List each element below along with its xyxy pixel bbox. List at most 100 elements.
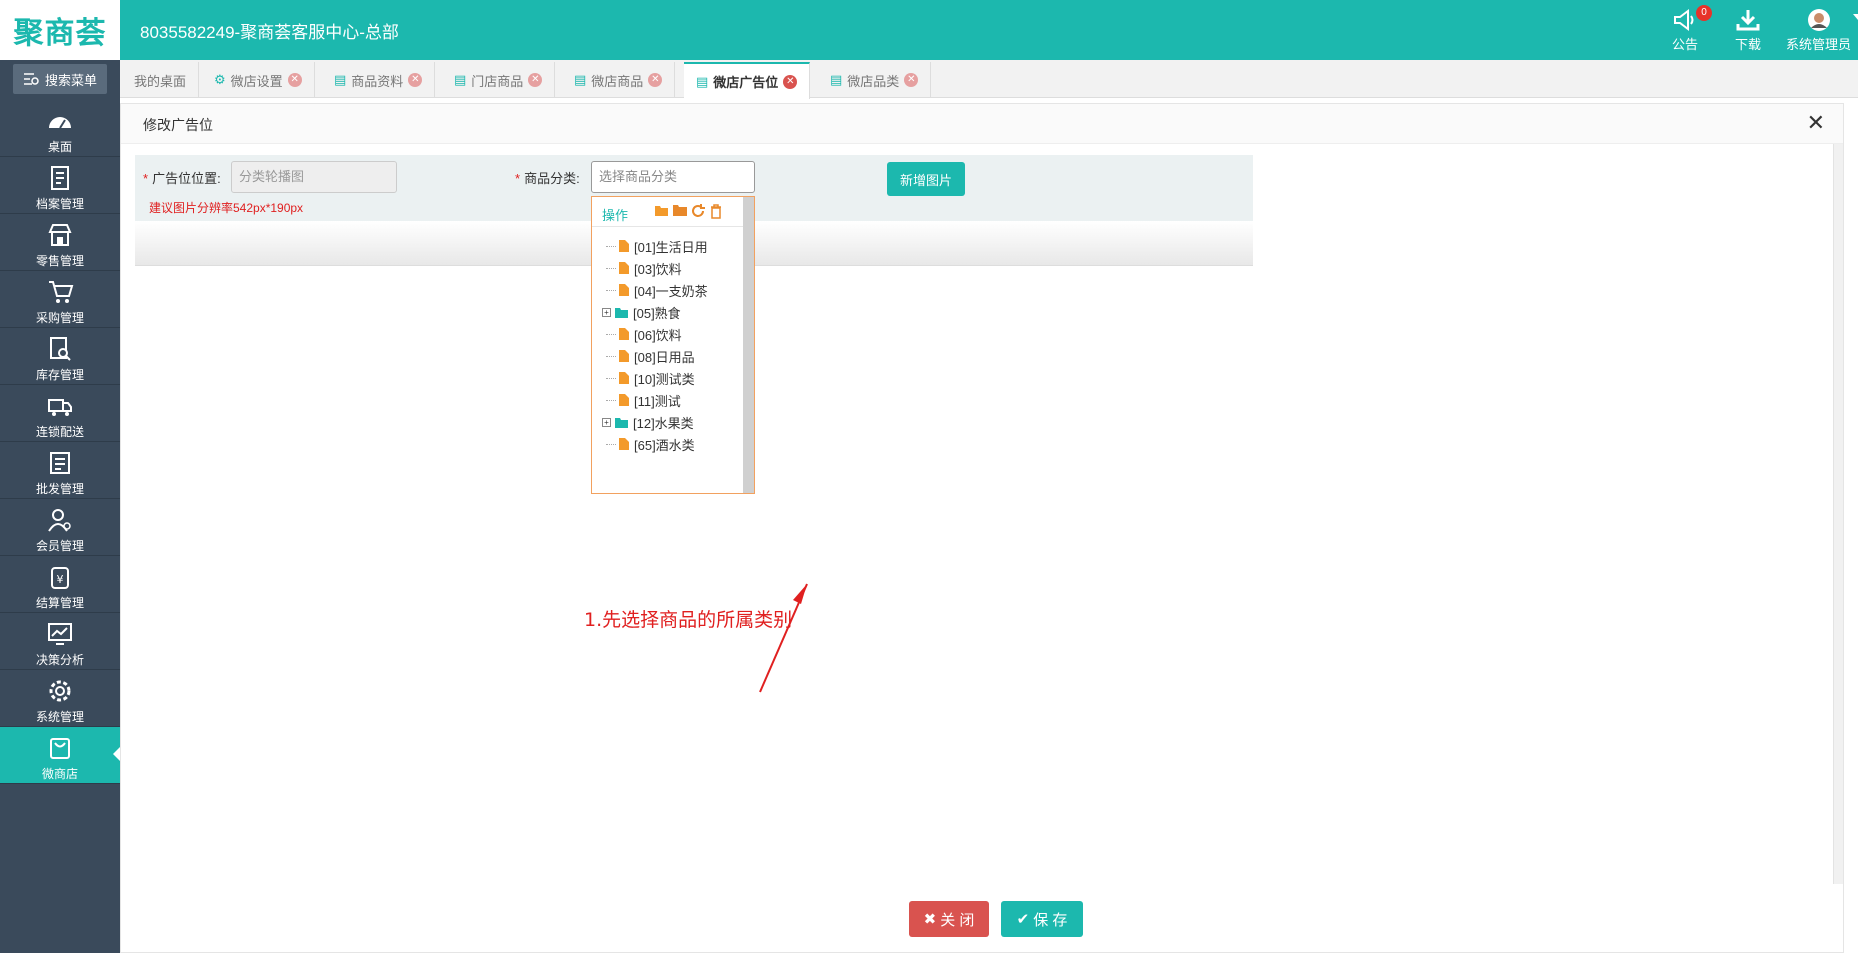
close-icon[interactable]: ✕ — [528, 73, 543, 87]
file-icon — [619, 240, 629, 252]
close-icon[interactable]: ✕ — [904, 73, 919, 87]
sidebar-item-settlement[interactable]: ¥ 结算管理 — [0, 556, 120, 613]
close-icon[interactable]: ✕ — [648, 73, 663, 87]
operations-label: 操作 — [602, 208, 629, 223]
category-select[interactable]: 选择商品分类 — [591, 161, 755, 193]
truck-icon — [48, 399, 72, 416]
tab-shop-ad-slot[interactable]: ▤ 微店广告位 ✕ — [684, 62, 811, 99]
tab-product-info[interactable]: ▤ 商品资料 ✕ — [322, 62, 436, 98]
sidebar-item-label: 采购管理 — [35, 311, 84, 325]
tab-my-desktop[interactable]: 我的桌面 — [122, 62, 200, 98]
user-menu[interactable]: 系统管理员 — [1786, 8, 1858, 53]
dialog-header: 修改广告位 ✕ — [121, 104, 1843, 144]
avatar — [1807, 9, 1830, 31]
tab-bar: 我的桌面 ⚙ 微店设置 ✕ ▤ 商品资料 ✕ ▤ 门店商品 ✕ ▤ 微店商品 ✕… — [120, 60, 1858, 99]
sidebar-item-desktop[interactable]: 桌面 — [0, 100, 120, 157]
gear-icon — [49, 680, 71, 702]
svg-text:¥: ¥ — [57, 573, 64, 586]
tree-node-label: [03]饮料 — [634, 261, 682, 277]
tree-line — [606, 399, 616, 401]
tree-node[interactable]: [03]饮料 — [606, 257, 682, 279]
tree-node-label: [06]饮料 — [634, 327, 682, 343]
tree-operations: 操作 — [592, 197, 744, 227]
notice-button[interactable]: 0 公告 — [1672, 5, 1713, 53]
sidebar-item-microshop[interactable]: 微商店 — [0, 727, 120, 784]
file-icon — [619, 284, 629, 296]
sidebar-item-member[interactable]: 会员管理 — [0, 499, 120, 556]
save-button[interactable]: ✔ 保 存 — [1001, 901, 1083, 937]
tab-store-products[interactable]: ▤ 门店商品 ✕ — [442, 62, 556, 98]
tree-node-label: [01]生活日用 — [634, 239, 708, 255]
tab-shop-settings[interactable]: ⚙ 微店设置 ✕ — [202, 62, 315, 98]
tree-node[interactable]: [10]测试类 — [606, 367, 695, 389]
dashboard-icon — [49, 117, 71, 129]
file-icon — [619, 262, 629, 274]
annotation-text: 1.先选择商品的所属类别 — [584, 609, 793, 631]
tree-node[interactable]: [11]测试 — [606, 389, 681, 411]
sidebar-item-label: 库存管理 — [35, 368, 84, 382]
inventory-search-icon — [50, 337, 71, 361]
top-bar: 聚商荟 8035582249-聚商荟客服中心-总部 0 公告 下载 系统管理员 — [0, 0, 1858, 60]
close-button-label: 关 闭 — [940, 911, 975, 929]
download-icon — [1736, 10, 1760, 31]
close-icon[interactable]: ✕ — [287, 73, 302, 87]
download-label: 下载 — [1735, 37, 1762, 52]
sidebar-item-label: 会员管理 — [35, 539, 84, 553]
sidebar-item-retail[interactable]: 零售管理 — [0, 214, 120, 271]
file-icon — [619, 350, 629, 362]
sidebar-item-purchase[interactable]: 采购管理 — [0, 271, 120, 328]
position-field: 分类轮播图 — [231, 161, 397, 193]
tab-shop-categories[interactable]: ▤ 微店品类 ✕ — [818, 62, 932, 98]
chevron-down-icon[interactable] — [1853, 14, 1858, 20]
tree-node-label: [10]测试类 — [634, 371, 695, 387]
expand-icon[interactable]: + — [602, 417, 611, 427]
close-button[interactable]: ✖ 关 闭 — [909, 901, 989, 937]
tree-node-label: [05]熟食 — [633, 305, 681, 321]
file-icon — [619, 372, 629, 384]
sidebar-item-delivery[interactable]: 连锁配送 — [0, 385, 120, 442]
tree-node[interactable]: [04]一支奶茶 — [606, 279, 708, 301]
file-icon — [619, 328, 629, 340]
download-button[interactable]: 下载 — [1735, 8, 1761, 53]
tree-node[interactable]: [08]日用品 — [606, 345, 695, 367]
tree-node-label: [04]一支奶茶 — [634, 283, 708, 299]
sidebar-item-label: 结算管理 — [35, 596, 84, 610]
tab-label: 微店设置 — [230, 73, 283, 89]
folder-icon[interactable] — [672, 203, 688, 219]
search-menu-button[interactable]: 搜索菜单 — [13, 64, 107, 94]
sidebar-item-analysis[interactable]: 决策分析 — [0, 613, 120, 670]
sidebar-item-archive[interactable]: 档案管理 — [0, 157, 120, 214]
save-button-label: 保 存 — [1033, 911, 1068, 929]
app-title: 8035582249-聚商荟客服中心-总部 — [140, 23, 399, 42]
sidebar-item-inventory[interactable]: 库存管理 — [0, 328, 120, 385]
refresh-icon[interactable] — [690, 203, 706, 219]
sidebar-item-wholesale[interactable]: 批发管理 — [0, 442, 120, 499]
tree-line — [606, 443, 616, 445]
settings-icon: ⚙ — [214, 72, 226, 87]
tree-node[interactable]: [06]饮料 — [606, 323, 682, 345]
image-size-hint: 建议图片分辨率542px*190px — [149, 201, 304, 215]
scrollbar[interactable] — [1833, 144, 1843, 884]
logo: 聚商荟 — [0, 0, 120, 60]
tab-label: 门店商品 — [471, 73, 524, 89]
tree-node-label: [12]水果类 — [633, 415, 694, 431]
sidebar-item-label: 连锁配送 — [35, 425, 84, 439]
tab-label: 微店商品 — [591, 73, 644, 89]
add-image-button[interactable]: 新增图片 — [887, 162, 965, 196]
tree-node[interactable]: [01]生活日用 — [606, 235, 708, 257]
tree-node-folder[interactable]: + [05]熟食 — [602, 301, 681, 323]
analysis-chart-icon — [48, 623, 72, 645]
close-icon[interactable]: ✕ — [408, 73, 423, 87]
close-icon[interactable]: ✕ — [1807, 112, 1825, 134]
tree-node-folder[interactable]: + [12]水果类 — [602, 411, 694, 433]
trash-icon[interactable] — [708, 203, 724, 219]
tab-shop-products[interactable]: ▤ 微店商品 ✕ — [562, 62, 676, 98]
sidebar-item-system[interactable]: 系统管理 — [0, 670, 120, 727]
expand-icon[interactable]: + — [602, 307, 611, 317]
table-icon: ▤ — [830, 72, 843, 87]
sidebar-item-label: 微商店 — [41, 767, 78, 781]
store-icon — [48, 224, 72, 246]
folder-open-icon[interactable] — [654, 203, 670, 219]
close-icon[interactable]: ✕ — [783, 74, 798, 89]
sidebar-item-label: 桌面 — [47, 140, 72, 154]
